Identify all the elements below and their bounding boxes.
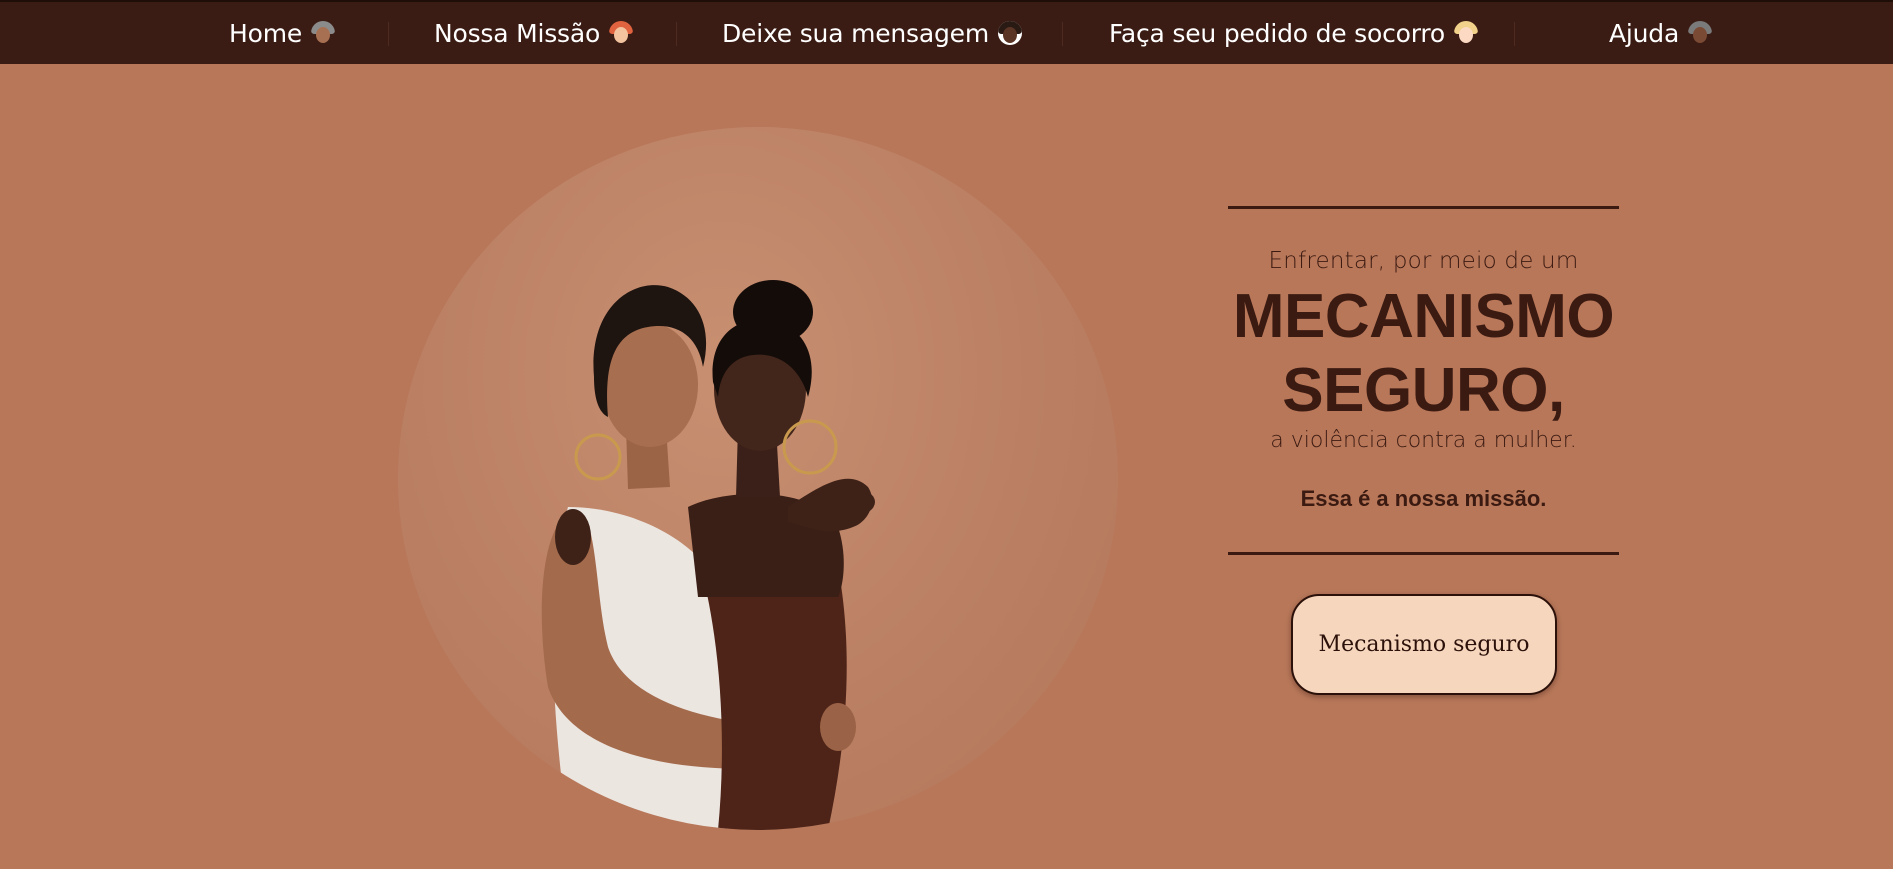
nav-item-home[interactable]: Home (229, 2, 336, 64)
woman-curly-hair-emoji-icon (998, 21, 1022, 45)
mecanismo-seguro-button[interactable]: Mecanismo seguro (1291, 594, 1557, 695)
woman-gray-hair-emoji-icon (311, 21, 336, 45)
nav-item-nossa-missao[interactable]: Nossa Missão (434, 2, 634, 64)
hero-eyebrow: Enfrentar, por meio de um (1268, 248, 1579, 274)
woman-dark-gray-hair-emoji-icon (1688, 21, 1713, 45)
nav-item-label: Home (229, 18, 303, 48)
mission-statement: Essa é a nossa missão. (1300, 486, 1547, 511)
nav-item-deixe-sua-mensagem[interactable]: Deixe sua mensagem (722, 2, 1022, 64)
two-women-embracing-photo (398, 127, 1118, 830)
hero-headline-line-2: SEGURO, (1282, 356, 1565, 425)
cta-label: Mecanismo seguro (1318, 632, 1530, 657)
nav-divider (1514, 22, 1515, 46)
woman-blond-emoji-icon (1454, 21, 1479, 45)
nav-item-pedido-de-socorro[interactable]: Faça seu pedido de socorro (1109, 2, 1479, 64)
bottom-divider-line (1228, 552, 1619, 555)
nav-item-label: Nossa Missão (434, 18, 601, 48)
hero-headline-line-1: MECANISMO (1232, 282, 1615, 351)
nav-divider (676, 22, 677, 46)
nav-divider (388, 22, 389, 46)
nav-item-ajuda[interactable]: Ajuda (1609, 2, 1713, 64)
nav-item-label: Deixe sua mensagem (722, 18, 989, 48)
nav-divider (1062, 22, 1063, 46)
hero-subline: a violência contra a mulher. (1270, 428, 1577, 453)
top-divider-line (1228, 206, 1619, 209)
nav-item-label: Faça seu pedido de socorro (1109, 18, 1446, 48)
nav-item-label: Ajuda (1609, 18, 1680, 48)
top-navbar: Home Nossa Missão Deixe sua mensagem Faç… (0, 0, 1893, 64)
woman-red-hair-emoji-icon (609, 21, 634, 45)
